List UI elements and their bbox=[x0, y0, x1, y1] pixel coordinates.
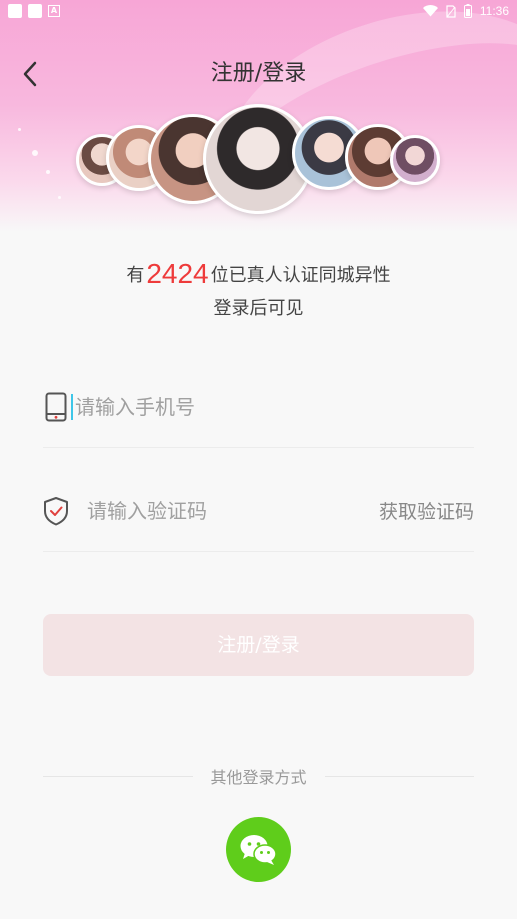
promo-subtext: 登录后可见 bbox=[213, 298, 304, 319]
notification-icon bbox=[28, 4, 42, 18]
get-code-button[interactable]: 获取验证码 bbox=[379, 497, 474, 524]
phone-icon bbox=[43, 391, 69, 423]
promo-prefix: 有 bbox=[126, 265, 145, 286]
other-login-label: 其他登录方式 bbox=[210, 768, 307, 787]
phone-input[interactable] bbox=[75, 386, 474, 427]
shield-check-icon bbox=[43, 495, 69, 527]
wifi-icon bbox=[422, 5, 438, 17]
promo-suffix: 位已真人认证同城异性 bbox=[210, 265, 391, 286]
status-badge: A bbox=[48, 5, 60, 17]
battery-icon bbox=[463, 4, 472, 18]
verification-code-input[interactable] bbox=[87, 490, 379, 531]
promo-count: 2424 bbox=[146, 258, 209, 289]
avatar bbox=[390, 135, 440, 185]
phone-field bbox=[43, 366, 474, 448]
sparkle bbox=[32, 150, 38, 156]
divider-line bbox=[324, 775, 475, 777]
sparkle bbox=[46, 170, 50, 174]
notification-icon bbox=[8, 4, 22, 18]
no-sim-icon bbox=[446, 4, 456, 18]
text-caret bbox=[71, 393, 73, 420]
sparkle bbox=[18, 128, 21, 131]
sparkle bbox=[58, 196, 61, 199]
other-login-divider: 其他登录方式 bbox=[43, 762, 475, 790]
code-field: 获取验证码 bbox=[43, 470, 474, 552]
status-time: 11:36 bbox=[479, 4, 509, 18]
wechat-login-button[interactable] bbox=[226, 817, 291, 882]
divider-line bbox=[43, 775, 193, 777]
wechat-icon bbox=[240, 834, 277, 865]
page-title: 注册/登录 bbox=[210, 61, 307, 86]
login-button[interactable]: 注册/登录 bbox=[43, 614, 474, 676]
promo-text: 有2424 位已真人认证同城异性 bbox=[0, 258, 517, 292]
status-bar: A 11:36 bbox=[0, 0, 517, 22]
